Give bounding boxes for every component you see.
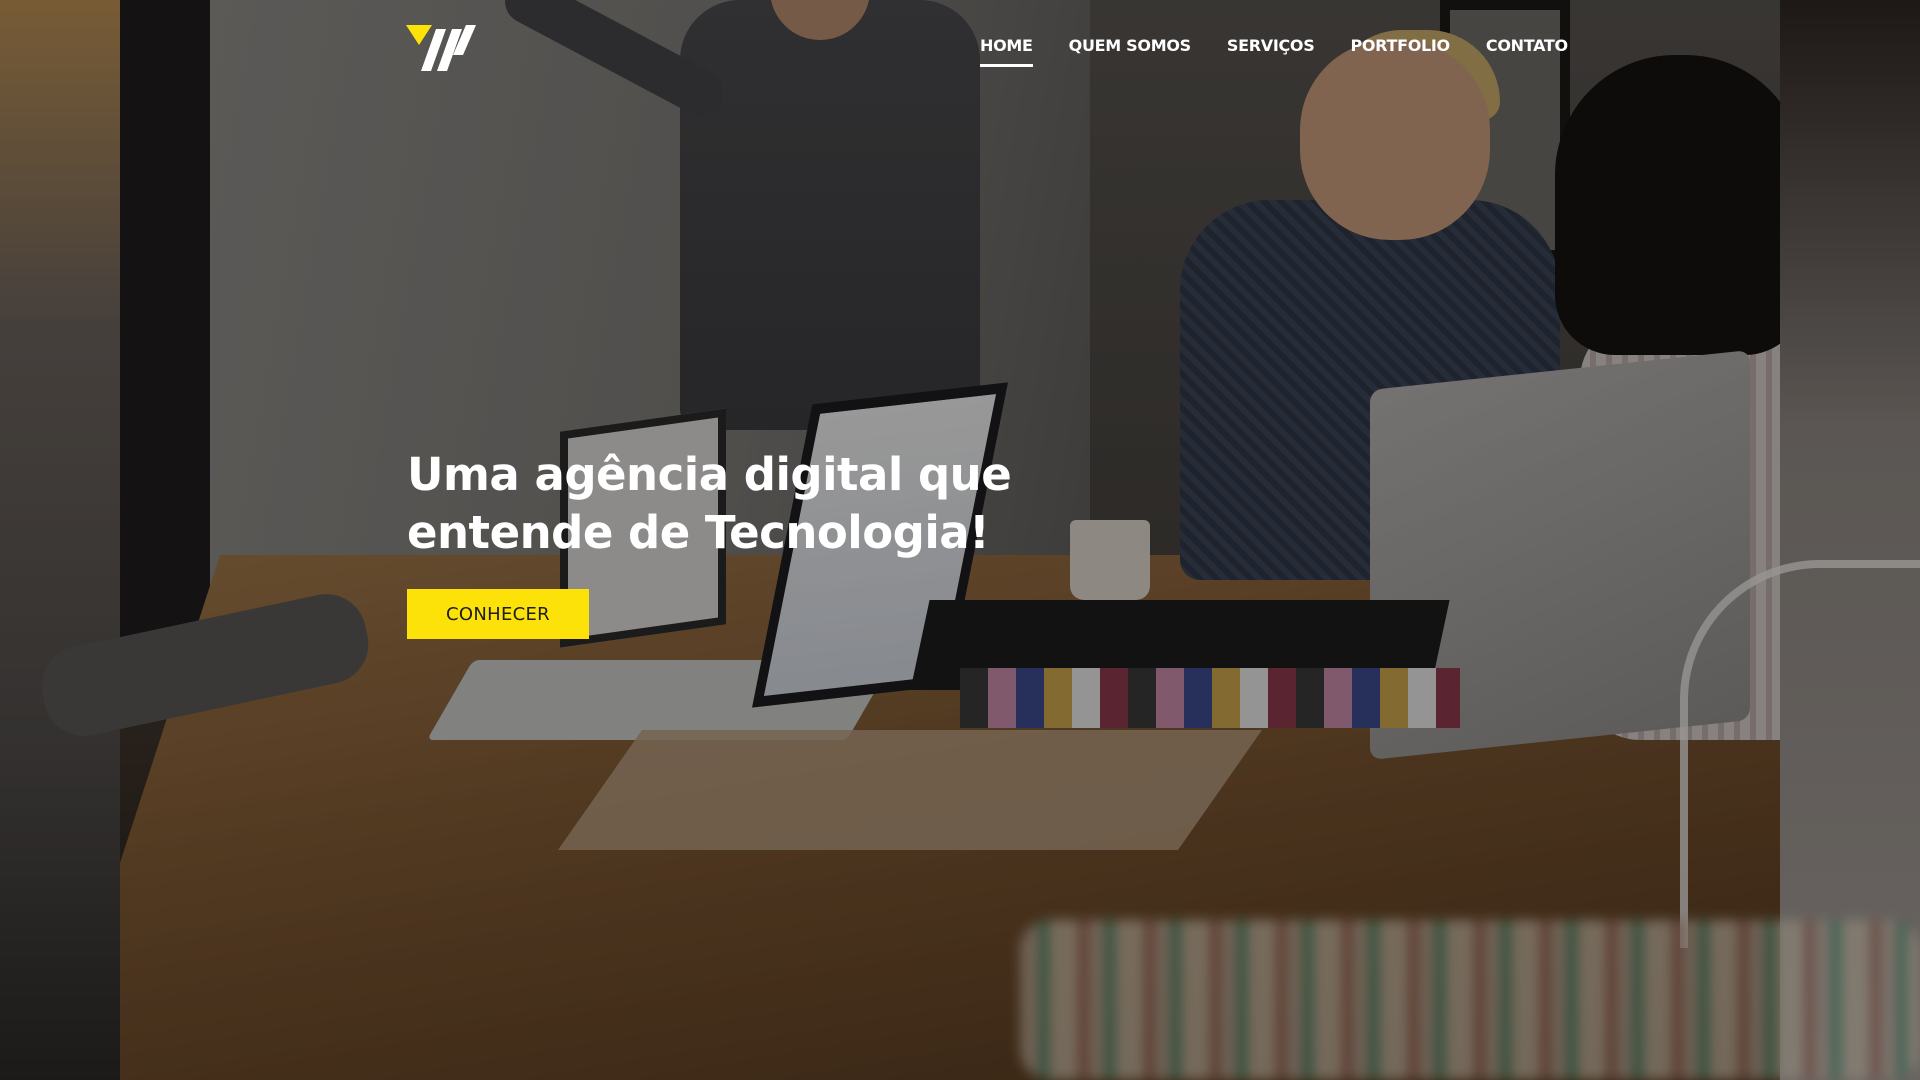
hero-section: HOME QUEM SOMOS SERVIÇOS PORTFOLIO CONTA… xyxy=(0,0,1920,1080)
hero-title: Uma agência digital que entende de Tecno… xyxy=(407,448,1012,559)
main-nav: HOME QUEM SOMOS SERVIÇOS PORTFOLIO CONTA… xyxy=(980,36,1568,67)
nav-item-servicos[interactable]: SERVIÇOS xyxy=(1227,36,1315,67)
nav-item-portfolio[interactable]: PORTFOLIO xyxy=(1350,36,1450,67)
nav-item-contato[interactable]: CONTATO xyxy=(1486,36,1568,67)
brand-logo-icon[interactable] xyxy=(406,25,478,71)
nav-item-quem-somos[interactable]: QUEM SOMOS xyxy=(1069,36,1192,67)
nav-item-home[interactable]: HOME xyxy=(980,36,1033,67)
site-header: HOME QUEM SOMOS SERVIÇOS PORTFOLIO CONTA… xyxy=(0,0,1920,110)
conhecer-button[interactable]: CONHECER xyxy=(407,589,589,639)
